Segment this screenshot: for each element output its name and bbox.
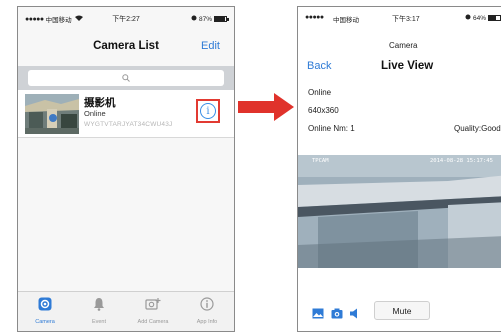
- camera-name: 摄影机: [84, 97, 116, 109]
- gallery-icon[interactable]: [312, 306, 324, 324]
- bell-icon: [92, 297, 106, 316]
- camera-info-button[interactable]: i: [196, 99, 220, 123]
- edit-button[interactable]: Edit: [201, 40, 220, 52]
- live-controls: Mute: [298, 300, 501, 324]
- video-watermark: TPCAM: [312, 158, 329, 164]
- mute-button[interactable]: Mute: [374, 301, 430, 320]
- camera-status: Online: [84, 109, 106, 118]
- info-icon: i: [200, 103, 216, 119]
- tab-bar: Camera Event Add Camera App Info: [18, 291, 234, 331]
- nav-bar: Camera List Edit: [18, 40, 234, 58]
- status-bar: ●●●●● 中国移动 下午3:17 64%: [305, 14, 501, 24]
- status-time: 下午2:27: [112, 16, 140, 23]
- live-status: Online: [308, 88, 332, 97]
- search-bar: [18, 66, 234, 90]
- camera-uid: WYGTVTARJYAT34CWU43J: [84, 121, 173, 128]
- online-count: Online Nm: 1: [308, 124, 355, 133]
- signal-dots-icon: ●●●●●: [305, 14, 324, 21]
- signal-dots-icon: ●●●●●: [25, 15, 44, 23]
- carrier-label: 中国移动: [333, 17, 359, 24]
- tab-label: Event: [91, 319, 107, 325]
- live-view-screen: ●●●●● 中国移动 下午3:17 64% Camera Back Live V…: [297, 6, 501, 332]
- wifi-icon: [74, 15, 83, 23]
- battery-percent: 64%: [473, 14, 487, 22]
- battery-indicator: 64%: [465, 14, 501, 22]
- video-timestamp: 2014-08-28 15:17:45: [430, 158, 493, 164]
- speaker-icon[interactable]: [350, 306, 359, 324]
- carrier-label: 中国移动: [45, 17, 72, 24]
- nav-bar: Back Live View: [298, 60, 501, 76]
- page-title: Live View: [381, 60, 434, 72]
- tab-label: App Info: [196, 319, 218, 325]
- camera-list-item[interactable]: 摄影机 Online WYGTVTARJYAT34CWU43J i: [18, 90, 234, 138]
- lock-rotation-icon: [465, 14, 471, 22]
- camera-tab-icon: [38, 297, 52, 316]
- arrow-right-icon: [236, 92, 296, 127]
- battery-percent: 87%: [198, 15, 212, 23]
- tab-camera[interactable]: Camera: [18, 292, 72, 331]
- camera-thumbnail: [25, 94, 79, 134]
- tab-event[interactable]: Event: [72, 292, 126, 331]
- snapshot-camera-icon[interactable]: [331, 306, 343, 324]
- camera-list-screen: ●●●●● 中国移动 下午2:27 87% Camera List Edit 摄…: [17, 6, 235, 332]
- tab-label: Camera: [35, 319, 55, 325]
- video-frame-image: [298, 155, 501, 268]
- info-icon: [200, 297, 214, 316]
- back-button[interactable]: Back: [307, 60, 331, 72]
- search-icon: [122, 69, 130, 87]
- battery-icon: [214, 16, 229, 22]
- tab-app-info[interactable]: App Info: [180, 292, 234, 331]
- resolution-label: 640x360: [308, 106, 339, 115]
- status-time: 下午3:17: [392, 16, 420, 23]
- tab-add-camera[interactable]: Add Camera: [126, 292, 180, 331]
- lock-rotation-icon: [191, 15, 197, 23]
- battery-indicator: 87%: [191, 15, 229, 23]
- add-camera-icon: [145, 297, 161, 316]
- tab-label: Add Camera: [137, 319, 169, 325]
- live-video-feed[interactable]: TPCAM 2014-08-28 15:17:45: [298, 155, 501, 268]
- battery-icon: [488, 15, 501, 21]
- quality-label: Quality:Good: [454, 124, 501, 133]
- status-bar: ●●●●● 中国移动 下午2:27 87%: [25, 14, 229, 24]
- search-input[interactable]: [28, 70, 224, 86]
- nav-subtitle: Camera: [389, 41, 418, 50]
